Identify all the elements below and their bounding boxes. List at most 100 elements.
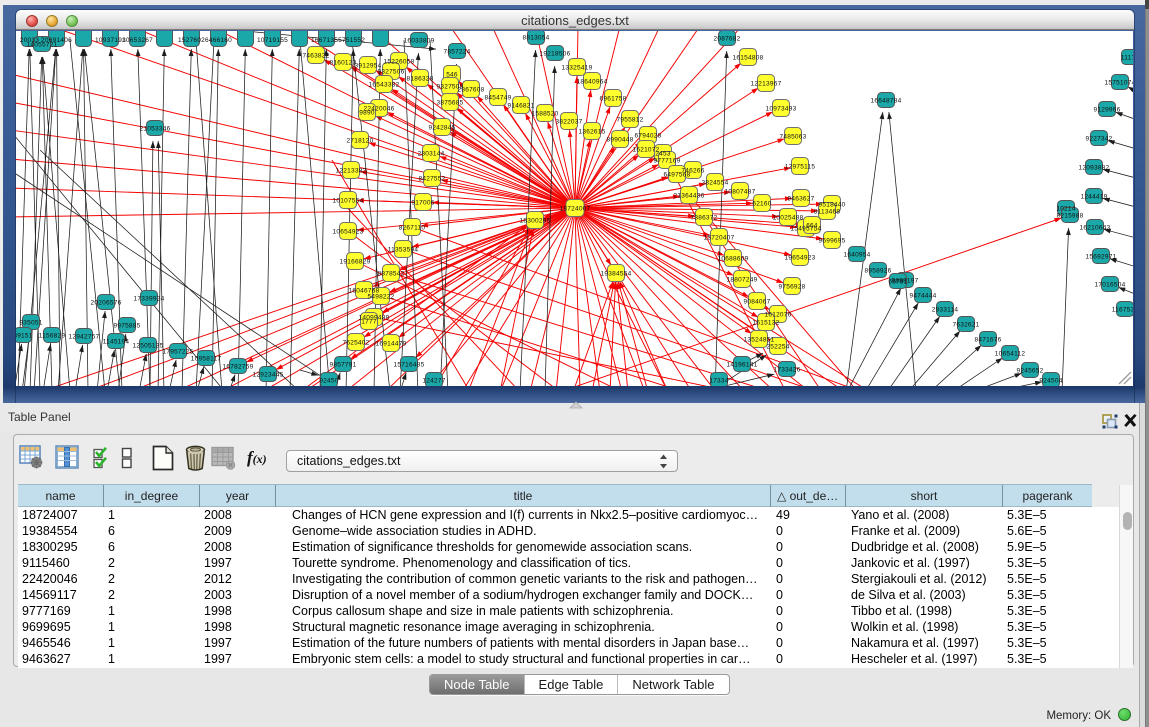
svg-text:546: 546 [446,72,458,79]
svg-text:2453: 2453 [655,151,671,158]
svg-text:15751074: 15751074 [1105,80,1133,87]
svg-text:17334: 17334 [709,378,728,385]
svg-text:1145194: 1145194 [103,339,130,346]
svg-text:13325419: 13325419 [562,65,593,72]
svg-text:9890: 9890 [359,110,375,117]
svg-text:92450: 92450 [319,378,338,385]
svg-text:1615132: 1615132 [752,320,779,327]
svg-text:6794028: 6794028 [634,133,661,140]
svg-text:12942757: 12942757 [69,334,100,341]
svg-text:1244419: 1244419 [1080,194,1107,201]
svg-text:12975115: 12975115 [785,164,816,171]
svg-text:12093882: 12093882 [1079,165,1110,172]
svg-text:2718120: 2718120 [346,138,373,145]
svg-text:9463627: 9463627 [787,196,814,203]
svg-text:18807249: 18807249 [727,277,758,284]
svg-text:7955812: 7955812 [616,117,643,124]
svg-text:15720407: 15720407 [704,235,735,242]
svg-text:10214: 10214 [1056,206,1075,213]
svg-text:17339924: 17339924 [134,296,165,303]
svg-text:16671355: 16671355 [311,37,342,44]
svg-text:2803144: 2803144 [417,151,444,158]
svg-text:9777169: 9777169 [653,158,680,165]
svg-text:751552: 751552 [342,37,365,44]
svg-text:16648784: 16648784 [871,98,902,105]
svg-text:5498222: 5498222 [367,294,394,301]
svg-text:16033809: 16033809 [404,38,435,45]
svg-text:10958117: 10958117 [191,356,222,363]
svg-text:18724007: 18724007 [560,206,591,213]
svg-text:9699695: 9699695 [818,238,845,245]
svg-text:10653267: 10653267 [122,37,153,44]
svg-text:7632621: 7632621 [952,322,979,329]
svg-text:14055721: 14055721 [27,42,58,49]
svg-text:19218506: 19218506 [540,51,571,58]
svg-text:12505135: 12505135 [133,343,164,350]
svg-text:917006: 917006 [411,200,434,207]
svg-text:66791: 66791 [888,279,907,286]
svg-text:1612076: 1612076 [764,312,791,319]
svg-text:21364436: 21364436 [674,193,705,200]
svg-text:2087682: 2087682 [713,36,740,43]
svg-text:12923445: 12923445 [253,372,284,379]
svg-text:3822037: 3822037 [555,119,582,126]
svg-text:17957225: 17957225 [163,349,194,356]
svg-text:9518440: 9518440 [818,202,845,209]
svg-text:7485063: 7485063 [779,134,806,141]
svg-text:16543382: 16543382 [369,82,400,89]
svg-text:19384554: 19384554 [601,271,632,278]
svg-text:14196141: 14196141 [727,362,758,369]
svg-text:7625402: 7625402 [342,340,369,347]
svg-text:8958926: 8958926 [864,268,891,275]
svg-text:7857224: 7857224 [443,49,470,56]
svg-text:7386372: 7386372 [690,215,717,222]
svg-text:9857791: 9857791 [329,362,356,369]
svg-text:7463822: 7463822 [302,53,329,60]
svg-text:1588520: 1588520 [531,111,558,118]
svg-text:39151: 39151 [16,333,33,340]
svg-text:16210643: 16210643 [1080,225,1111,232]
svg-text:10688609: 10688609 [718,256,749,263]
svg-text:6961758: 6961758 [599,96,626,103]
svg-text:16154808: 16154808 [733,55,764,62]
svg-text:8990448: 8990448 [606,137,633,144]
svg-text:1733426: 1733426 [773,367,800,374]
svg-text:935051: 935051 [19,320,42,327]
svg-text:21053346: 21053346 [140,126,171,133]
svg-text:9327506: 9327506 [377,69,404,76]
svg-text:19654923: 19654923 [785,255,816,262]
svg-text:11353594: 11353594 [388,247,419,254]
svg-text:16782759: 16782759 [223,364,254,371]
svg-text:8160123: 8160123 [329,60,356,67]
svg-text:10807487: 10807487 [725,189,756,196]
svg-text:8454749: 8454749 [484,95,511,102]
svg-text:9474444: 9474444 [909,293,936,300]
svg-text:8215988: 8215988 [1056,213,1083,220]
svg-text:19166829: 19166829 [340,259,371,266]
svg-text:20206576: 20206576 [91,300,122,307]
svg-text:8113468: 8113468 [814,209,841,216]
svg-text:1362615: 1362615 [578,129,605,136]
svg-text:9084067: 9084067 [743,299,770,306]
svg-text:6466160: 6466160 [205,37,232,44]
svg-text:8813054: 8813054 [522,35,549,42]
svg-text:10719155: 10719155 [257,37,288,44]
svg-text:15226058: 15226058 [384,59,415,66]
svg-text:12213967: 12213967 [751,81,782,88]
svg-text:1777: 1777 [361,319,377,326]
svg-text:1156829: 1156829 [39,333,66,340]
svg-text:1640954: 1640954 [843,252,870,259]
svg-text:9756928: 9756928 [778,284,805,291]
svg-text:18300295: 18300295 [520,218,551,225]
svg-text:10654923: 10654923 [333,229,364,236]
svg-text:2867608: 2867608 [457,87,484,94]
svg-text:62160: 62160 [752,201,771,208]
svg-text:1167534: 1167534 [1112,307,1133,314]
svg-text:664: 664 [806,223,818,230]
svg-text:10654112: 10654112 [995,351,1026,358]
svg-text:124277: 124277 [422,378,445,385]
svg-text:17016504: 17016504 [1095,282,1126,289]
svg-text:8186328: 8186328 [406,76,433,83]
svg-text:8471676: 8471676 [974,337,1001,344]
svg-text:9146821: 9146821 [507,103,534,110]
